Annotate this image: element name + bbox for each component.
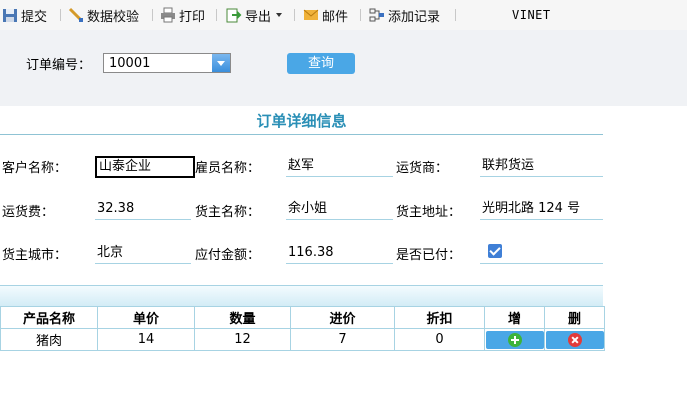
cell-delete: [544, 328, 605, 351]
table-header-row: 产品名称 单价 数量 进价 折扣 增 删: [0, 306, 605, 329]
consignee-name-label: 货主名称：: [195, 205, 261, 220]
mail-label: 邮件: [322, 9, 349, 25]
delete-icon: [567, 332, 582, 347]
consignee-name-field[interactable]: 余小姐: [286, 199, 393, 220]
order-no-value: 10001: [109, 56, 151, 71]
col-discount-header: 折扣: [394, 306, 485, 329]
col-unit-price-header: 单价: [97, 306, 195, 329]
print-icon: [160, 7, 176, 23]
toolbar-divider: [360, 9, 361, 21]
cell-quantity[interactable]: 12: [194, 328, 291, 351]
customer-name-field[interactable]: 山泰企业: [95, 156, 195, 178]
freight-field[interactable]: 32.38: [95, 199, 191, 220]
print-label: 打印: [179, 9, 206, 25]
order-no-label: 订单编号：: [26, 58, 92, 73]
grid-toolbar: [0, 285, 603, 307]
toolbar-divider: [294, 9, 295, 21]
chevron-down-icon: [276, 13, 283, 17]
cell-cost-price[interactable]: 7: [290, 328, 395, 351]
consignee-city-label: 货主城市：: [2, 248, 68, 263]
toolbar-divider: [455, 9, 456, 21]
plus-icon: [507, 332, 522, 347]
employee-name-field[interactable]: 赵军: [286, 156, 393, 177]
submit-icon: [2, 7, 18, 23]
print-button[interactable]: 打印: [160, 0, 205, 30]
delete-row-button[interactable]: [545, 330, 604, 349]
add-record-button[interactable]: 添加记录: [369, 0, 440, 30]
add-record-icon: [369, 7, 385, 23]
toolbar-divider: [60, 9, 61, 21]
cell-add: [484, 328, 545, 351]
add-record-label: 添加记录: [388, 9, 441, 25]
dropdown-arrow-icon[interactable]: [212, 54, 230, 72]
export-button[interactable]: 导出: [226, 0, 283, 30]
customer-name-label: 客户名称：: [2, 161, 68, 176]
consignee-address-label: 货主地址：: [396, 205, 462, 220]
cell-product[interactable]: 猪肉: [0, 328, 98, 351]
order-items-table: 产品名称 单价 数量 进价 折扣 增 删 猪肉 14 12 7 0: [0, 306, 605, 351]
amount-due-label: 应付金额：: [195, 248, 261, 263]
toolbar-divider: [152, 9, 153, 21]
table-row: 猪肉 14 12 7 0: [0, 328, 605, 351]
freight-label: 运货费：: [2, 205, 55, 220]
form-title: 订单详细信息: [0, 108, 603, 135]
shipper-field[interactable]: 联邦货运: [480, 156, 603, 177]
paid-checkbox[interactable]: [488, 244, 502, 258]
export-label: 导出: [245, 9, 272, 25]
toolbar: 提交 数据校验 打印 导出 邮件 添加记录 VINET: [0, 0, 687, 30]
order-no-select[interactable]: 10001: [103, 53, 231, 73]
col-add-header: 增: [484, 306, 545, 329]
submit-label: 提交: [21, 9, 48, 25]
validate-button[interactable]: 数据校验: [68, 0, 139, 30]
export-icon: [226, 7, 242, 23]
submit-button[interactable]: 提交: [2, 0, 47, 30]
consignee-city-field[interactable]: 北京: [95, 243, 191, 264]
query-button[interactable]: 查询: [287, 53, 355, 74]
col-product-header: 产品名称: [0, 306, 98, 329]
toolbar-divider: [216, 9, 217, 21]
employee-name-label: 雇员名称：: [195, 161, 261, 176]
mail-icon: [303, 7, 319, 23]
col-quantity-header: 数量: [194, 306, 291, 329]
paid-label: 是否已付：: [396, 248, 462, 263]
mail-button[interactable]: 邮件: [303, 0, 348, 30]
col-cost-price-header: 进价: [290, 306, 395, 329]
shipper-label: 运货商：: [396, 161, 449, 176]
add-row-button[interactable]: [485, 330, 544, 349]
validate-icon: [68, 7, 84, 23]
col-delete-header: 删: [544, 306, 605, 329]
current-user: VINET: [512, 8, 551, 22]
validate-label: 数据校验: [87, 9, 140, 25]
cell-unit-price[interactable]: 14: [97, 328, 195, 351]
cell-discount[interactable]: 0: [394, 328, 485, 351]
amount-due-field[interactable]: 116.38: [286, 243, 393, 264]
consignee-address-field[interactable]: 光明北路 124 号: [480, 199, 603, 220]
